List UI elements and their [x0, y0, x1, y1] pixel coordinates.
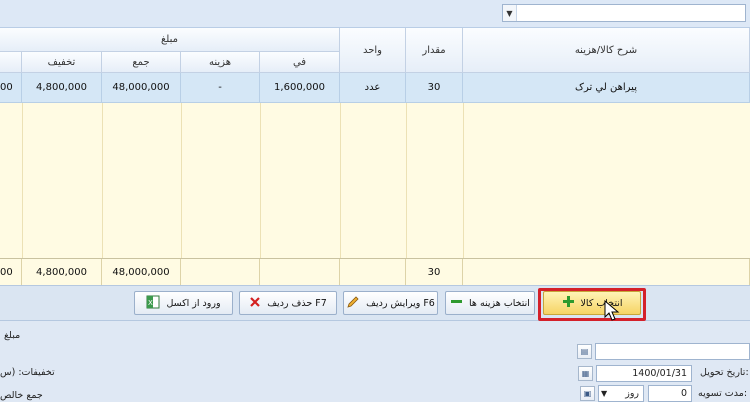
cell-discount: 4,800,000	[22, 73, 102, 102]
header-description[interactable]: شرح کالا/هزینه	[463, 28, 750, 73]
header-unit[interactable]: واحد	[340, 28, 406, 73]
column-divider	[22, 103, 23, 258]
calculator-icon[interactable]: ▤	[577, 344, 592, 359]
select-costs-label: انتخاب هزینه ها	[469, 297, 530, 309]
delete-row-button[interactable]: حذف ردیف F7	[239, 291, 337, 315]
totals-row: 30 48,000,000 4,800,000 00	[0, 258, 750, 285]
total-quantity: 30	[406, 259, 463, 285]
header-sum[interactable]: جمع	[102, 52, 181, 73]
lock-icon[interactable]: ▣	[580, 386, 595, 401]
pencil-icon	[346, 295, 360, 312]
column-divider	[102, 103, 103, 258]
select-costs-button[interactable]: انتخاب هزینه ها	[445, 291, 535, 315]
minus-icon	[450, 295, 463, 311]
cell-sum: 48,000,000	[102, 73, 181, 102]
total-edge: 00	[0, 259, 22, 285]
cell-cost: -	[181, 73, 260, 102]
cell-quantity: 30	[406, 73, 463, 102]
net-total-label: جمع خالص	[0, 390, 43, 401]
edit-row-label: ویرایش ردیف F6	[366, 297, 435, 309]
header-amount-group: مبلغ	[0, 28, 340, 52]
top-combobox[interactable]: ▼	[502, 4, 746, 22]
header-unit-price[interactable]: في	[260, 52, 340, 73]
delivery-date-label: تاریخ تحویل:	[700, 367, 749, 378]
column-divider	[260, 103, 261, 258]
amount-label: مبلغ	[4, 330, 21, 341]
cell-edge: 00	[0, 73, 22, 102]
column-divider	[181, 103, 182, 258]
delivery-date-field[interactable]: 1400/01/31	[596, 365, 692, 382]
total-unit	[340, 259, 406, 285]
total-sum: 48,000,000	[102, 259, 181, 285]
cell-unit-price: 1,600,000	[260, 73, 340, 102]
total-unit-price	[260, 259, 340, 285]
import-excel-button[interactable]: X ورود از اکسل	[134, 291, 233, 315]
total-discount: 4,800,000	[22, 259, 102, 285]
header-discount[interactable]: تخفیف	[22, 52, 102, 73]
excel-icon: X	[146, 295, 160, 312]
column-divider	[340, 103, 341, 258]
settlement-unit-value: روز	[625, 388, 639, 399]
total-description	[463, 259, 750, 285]
top-form-field[interactable]	[595, 343, 750, 360]
items-grid: شرح کالا/هزینه مقدار واحد مبلغ في هزینه …	[0, 28, 750, 285]
settlement-days-field[interactable]: 0	[648, 385, 692, 402]
highlight-box	[538, 288, 646, 321]
calendar-icon[interactable]: ▦	[578, 366, 593, 381]
delete-x-icon	[249, 296, 261, 311]
mouse-cursor-icon	[604, 300, 620, 321]
column-divider	[463, 103, 464, 258]
cell-description: پیراهن لي ترک	[463, 73, 750, 102]
table-row[interactable]: پیراهن لي ترک 30 عدد 1,600,000 - 48,000,…	[0, 73, 750, 103]
cell-unit: عدد	[340, 73, 406, 102]
svg-text:X: X	[148, 299, 153, 307]
header-edge[interactable]	[0, 52, 22, 73]
column-divider	[406, 103, 407, 258]
header-cost[interactable]: هزینه	[181, 52, 260, 73]
invoice-form: ▤ تاریخ تحویل: 1400/01/31 ▦ مدت تسویه: 0…	[0, 321, 750, 402]
settlement-unit-select[interactable]: ▼ روز	[598, 385, 644, 402]
top-bar: ▼	[0, 0, 750, 28]
edit-row-button[interactable]: ویرایش ردیف F6	[343, 291, 438, 315]
delete-row-label: حذف ردیف F7	[267, 297, 327, 309]
chevron-down-icon[interactable]: ▼	[601, 389, 607, 398]
import-excel-label: ورود از اکسل	[166, 297, 221, 309]
header-quantity[interactable]: مقدار	[406, 28, 463, 73]
discounts-label: تخفیفات: (س	[0, 367, 55, 378]
chevron-down-icon[interactable]: ▼	[503, 5, 517, 21]
settlement-label: مدت تسویه:	[698, 388, 748, 399]
total-cost	[181, 259, 260, 285]
